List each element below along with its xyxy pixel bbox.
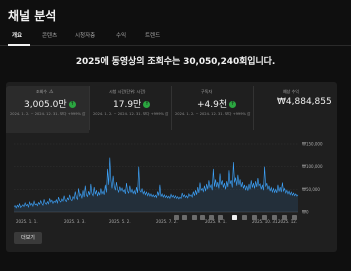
event-marker[interactable] [292, 215, 297, 220]
metric-divider [253, 86, 254, 130]
x-tick-label: 2025. 3. 3. [64, 219, 86, 224]
metric-range: 2024. 1. 2. ~ 2024. 12. 31. 보다 +999% 감 [175, 112, 251, 116]
x-tick-label: 2025. 5. 2. [109, 219, 131, 224]
tab-revenue[interactable]: 수익 [116, 31, 126, 39]
metric-value: 17.9만 [113, 100, 142, 110]
event-marker[interactable] [209, 215, 214, 220]
metric-divider [89, 86, 90, 130]
summary-headline: 2025에 동영상의 조회수는 30,050,240회입니다. [75, 57, 276, 67]
event-marker[interactable] [182, 215, 187, 220]
metric-estimated-revenue[interactable]: 예상 수익 ₩4,884,855 [257, 89, 335, 131]
event-marker[interactable] [218, 215, 223, 220]
metric-label: 구독자 [201, 89, 213, 94]
metric-label: 예상 수익 [283, 89, 299, 94]
metric-value: 3,005.0만 [24, 100, 67, 110]
metric-watch-time[interactable]: 시청 시간(단위: 시간) 17.9만 ↑ 2024. 1. 2. ~ 2024.… [93, 89, 171, 131]
event-marker[interactable] [282, 215, 287, 220]
y-tick-label: ₩100,000 [302, 164, 323, 169]
event-marker[interactable] [200, 215, 205, 220]
metric-range: 2024. 1. 2. ~ 2024. 12. 31. 보다 +999% 감 [93, 112, 169, 116]
more-button[interactable]: 더보기 [14, 232, 42, 244]
metric-divider [171, 86, 172, 130]
metric-label: 시청 시간(단위: 시간) [109, 89, 146, 94]
warning-icon: ⚠ [49, 89, 54, 95]
metric-range: 2024. 1. 2. ~ 2024. 12. 31. 보다 +999% 감 [10, 112, 86, 116]
x-tick-label: 2025. 9. 1. [205, 219, 227, 224]
y-tick-label: ₩0 [302, 210, 309, 215]
tab-overview[interactable]: 개요 [12, 31, 22, 39]
up-arrow-icon: ↑ [143, 101, 151, 108]
up-arrow-icon: ↑ [68, 101, 76, 108]
tab-trends[interactable]: 트렌드 [145, 31, 160, 39]
y-tick-label: ₩150,000 [302, 142, 323, 147]
event-marker[interactable] [174, 215, 179, 220]
x-tick-label: 2025. 1. 1. [16, 219, 38, 224]
metric-label: 조회수 [36, 89, 48, 94]
up-arrow-icon: ↑ [229, 101, 237, 108]
tab-content[interactable]: 콘텐츠 [42, 31, 57, 39]
metric-subscribers[interactable]: 구독자 +4.9천 ↑ 2024. 1. 2. ~ 2024. 12. 31. 보… [175, 89, 253, 131]
event-marker[interactable] [252, 215, 257, 220]
metric-value: ₩4,884,855 [277, 97, 332, 107]
event-marker[interactable] [192, 215, 197, 220]
metric-value: +4.9천 [197, 100, 228, 110]
metric-views[interactable]: 조회수 ⚠ 3,005.0만 ↑ 2024. 1. 2. ~ 2024. 12. 3… [10, 89, 90, 131]
event-marker[interactable] [262, 215, 267, 220]
tab-bar: 개요 콘텐츠 시청자층 수익 트렌드 [0, 24, 351, 46]
page-title: 채널 분석 [8, 9, 57, 23]
active-tab-indicator [8, 44, 30, 46]
tab-audience[interactable]: 시청자층 [75, 31, 95, 39]
y-tick-label: ₩50,000 [302, 187, 320, 192]
event-marker[interactable] [232, 215, 237, 220]
event-marker[interactable] [242, 215, 247, 220]
event-marker[interactable] [272, 215, 277, 220]
revenue-line-chart[interactable]: ₩150,000 ₩100,000 ₩50,000 ₩0 2025. 1. 1. 2025… [6, 138, 337, 228]
